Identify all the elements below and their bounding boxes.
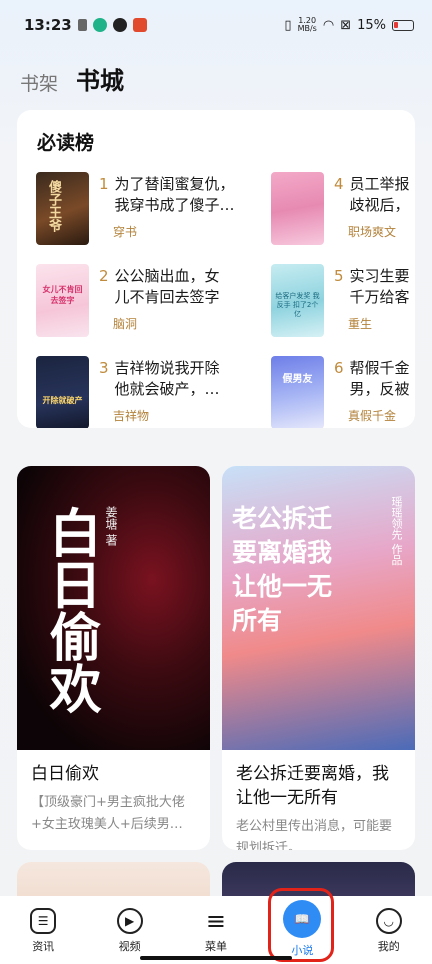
nav-video[interactable]: ▶ 视频: [100, 908, 160, 954]
book-cover: 假男友: [271, 356, 324, 428]
battery-percent: 15%: [357, 17, 386, 33]
sim-icon: [77, 19, 87, 31]
genre-tag: 重生: [348, 317, 373, 331]
ranking-item[interactable]: 傻子王爷 1 为了替闺蜜复仇， 我穿书成了傻子… 穿书: [36, 172, 235, 245]
genre-tag: 穿书: [113, 225, 138, 239]
smile-icon: ◡: [375, 908, 402, 934]
book-description: 老公村里传出消息，可能要规划拆迁。…: [236, 819, 393, 850]
book-cover: 老公拆迁要离婚我让他一无所有 瑶瑶领先 作品: [222, 466, 415, 750]
status-bar: 13:23 ▯ 1.20 MB/s ◠ ⊠ 15%: [0, 0, 432, 50]
ranking-item[interactable]: 4 员工举报 歧视后， 职场爽文: [271, 172, 410, 245]
menu-icon: ≡: [205, 907, 227, 935]
must-read-ranking: 必读榜 傻子王爷 1 为了替闺蜜复仇， 我穿书成了傻子… 穿书 女儿不肯回去签字 2…: [17, 110, 415, 428]
app-notification-icon: [92, 18, 107, 32]
book-title: 老公拆迁要离婚，我让他一无所有: [236, 764, 389, 808]
genre-tag: 脑洞: [113, 317, 138, 331]
book-title: 白日偷欢: [31, 764, 99, 784]
book-description: 【顶级豪门+男主疯批大佬+女主玫瑰美人+后续男…: [31, 795, 185, 832]
app-notification-icon: [112, 18, 127, 32]
top-tabs: 书架 书城: [0, 50, 432, 96]
battery-icon: [392, 19, 414, 31]
nav-menu[interactable]: ≡ 菜单: [186, 907, 246, 954]
app-notification-icon: [132, 18, 147, 32]
network-speed: 1.20 MB/s: [297, 16, 317, 33]
book-cover: 傻子王爷: [36, 172, 89, 245]
home-indicator: [140, 956, 292, 960]
tab-bookshelf[interactable]: 书架: [20, 69, 58, 96]
book-card[interactable]: 白日偷欢 姜塘 著 白日偷欢 【顶级豪门+男主疯批大佬+女主玫瑰美人+后续男…: [17, 466, 210, 850]
tab-bookstore[interactable]: 书城: [76, 61, 124, 96]
book-card[interactable]: 老公拆迁要离婚我让他一无所有 瑶瑶领先 作品 老公拆迁要离婚，我让他一无所有 老…: [222, 466, 415, 850]
book-cover: 白日偷欢 姜塘 著: [17, 466, 210, 750]
status-time: 13:23: [24, 16, 72, 34]
book-cover: [271, 172, 324, 245]
ranking-item[interactable]: 给客户发奖 我反手 扣了2个亿 5 实习生要 千万给客 重生: [271, 264, 410, 337]
bottom-navigation: ☰ 资讯 ▶ 视频 ≡ 菜单 📖 小说 ◡ 我的: [0, 896, 432, 964]
no-sim-icon: ⊠: [340, 17, 352, 33]
book-cover: 给客户发奖 我反手 扣了2个亿: [271, 264, 324, 337]
book-cover: 女儿不肯回去签字: [36, 264, 89, 337]
ranking-item[interactable]: 开除就破产 3 吉祥物说我开除 他就会破产，… 吉祥物: [36, 356, 220, 428]
vibrate-icon: ▯: [284, 17, 292, 33]
news-icon: ☰: [30, 908, 57, 934]
play-icon: ▶: [116, 908, 143, 934]
genre-tag: 吉祥物: [113, 409, 150, 423]
highlight-ring: [268, 888, 334, 962]
genre-tag: 真假千金: [348, 409, 397, 423]
wifi-icon: ◠: [322, 17, 335, 33]
ranking-item[interactable]: 假男友 6 帮假千金 男，反被 真假千金: [271, 356, 410, 428]
ranking-title: 必读榜: [37, 132, 95, 154]
ranking-item[interactable]: 女儿不肯回去签字 2 公公脑出血，女 儿不肯回去签字 脑洞: [36, 264, 220, 337]
nav-profile[interactable]: ◡ 我的: [359, 908, 419, 954]
nav-news[interactable]: ☰ 资讯: [13, 908, 73, 954]
book-cover: 开除就破产: [36, 356, 89, 428]
genre-tag: 职场爽文: [348, 225, 397, 239]
